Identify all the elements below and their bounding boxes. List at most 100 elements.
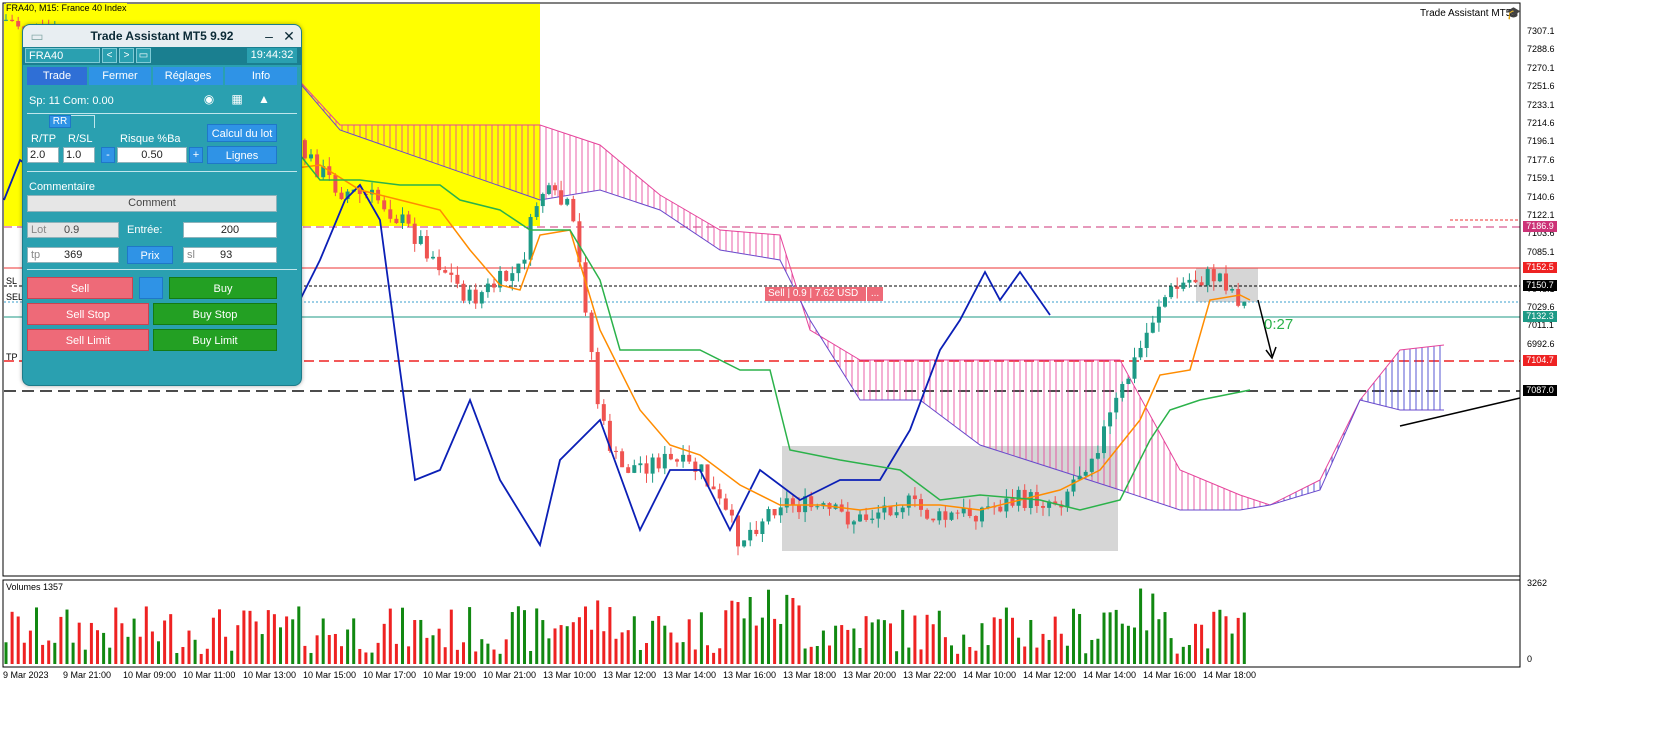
price-button[interactable]: Prix xyxy=(127,246,173,264)
price-tick: 7288.6 xyxy=(1527,44,1555,55)
volume-bar xyxy=(596,600,600,664)
volume-bar xyxy=(376,642,380,664)
candle-body xyxy=(382,200,387,210)
buy-limit-button[interactable]: Buy Limit xyxy=(153,329,277,351)
price-tick: 7177.6 xyxy=(1527,154,1555,165)
lines-button[interactable]: Lignes xyxy=(207,146,277,164)
volume-bar xyxy=(394,643,398,664)
volume-bar xyxy=(626,630,630,664)
candle-body xyxy=(626,467,631,473)
volume-bar xyxy=(1047,639,1051,664)
candle-body xyxy=(571,198,576,222)
folder-icon[interactable]: ▭ xyxy=(136,48,151,63)
panel-titlebar[interactable]: ▭ Trade Assistant MT5 9.92 – ✕ xyxy=(23,25,301,48)
sell-stop-button[interactable]: Sell Stop xyxy=(27,303,149,325)
volume-bar xyxy=(699,612,703,664)
rr-button[interactable]: RR xyxy=(49,115,71,128)
candle-body xyxy=(1138,347,1143,358)
buy-stop-button[interactable]: Buy Stop xyxy=(153,303,277,325)
volume-bar xyxy=(126,636,130,664)
volume-bar xyxy=(504,639,508,664)
volume-bar xyxy=(352,618,356,664)
symbol-field[interactable]: FRA40 xyxy=(25,48,100,63)
eye-icon[interactable]: ◉ xyxy=(201,91,217,107)
volume-bar xyxy=(638,649,642,664)
candle-body xyxy=(1217,273,1222,282)
volume-bar xyxy=(455,649,459,664)
tab-reglages[interactable]: Réglages xyxy=(153,67,223,85)
candle-body xyxy=(790,498,795,505)
candle-body xyxy=(687,454,692,462)
time-tick: 13 Mar 16:00 xyxy=(723,670,777,680)
volume-bar xyxy=(218,609,221,664)
sl-value: 93 xyxy=(220,249,233,261)
next-symbol-button[interactable]: > xyxy=(119,48,134,63)
rsl-input[interactable]: 1.0 xyxy=(63,147,95,163)
volume-bar xyxy=(279,627,282,664)
price-tick: 6992.6 xyxy=(1527,338,1555,349)
candle-body xyxy=(1156,306,1161,323)
volume-bar xyxy=(28,630,32,664)
volume-bar xyxy=(89,622,93,664)
prev-symbol-button[interactable]: < xyxy=(102,48,117,63)
graduation-cap-icon[interactable]: 🎓 xyxy=(1506,6,1521,20)
volume-bar xyxy=(297,606,301,664)
volume-bar xyxy=(779,623,783,664)
candle-body xyxy=(1169,286,1174,298)
buy-button[interactable]: Buy xyxy=(169,277,277,299)
tp-field[interactable]: tp 369 xyxy=(27,247,119,263)
rtp-input[interactable]: 2.0 xyxy=(27,147,59,163)
close-button[interactable]: ✕ xyxy=(281,28,297,44)
minimize-button[interactable]: – xyxy=(261,28,277,44)
sell-limit-button[interactable]: Sell Limit xyxy=(27,329,149,351)
sell-button[interactable]: Sell xyxy=(27,277,133,299)
order-label[interactable]: Sell | 0.9 | 7.62 USD xyxy=(765,287,868,301)
order-close-button[interactable]: ... xyxy=(866,287,883,301)
volume-bar xyxy=(785,594,789,664)
toggle-button[interactable] xyxy=(139,277,163,299)
candle-body xyxy=(473,289,478,304)
volume-bar xyxy=(53,642,57,664)
volume-bar xyxy=(1218,609,1222,664)
volume-bar xyxy=(901,609,905,664)
volume-bar xyxy=(669,632,673,664)
risk-decrease-button[interactable]: - xyxy=(101,147,115,163)
tab-info[interactable]: Info xyxy=(225,67,297,85)
volume-bar xyxy=(1157,619,1161,664)
candle-body xyxy=(388,209,393,219)
sl-field[interactable]: sl 93 xyxy=(183,247,277,263)
sl-field-label: sl xyxy=(187,249,195,261)
volume-bar xyxy=(974,650,978,664)
price-tick: 7251.6 xyxy=(1527,81,1555,92)
volume-bar xyxy=(919,649,923,664)
time-tick: 14 Mar 16:00 xyxy=(1143,670,1197,680)
entry-input[interactable]: 200 xyxy=(183,222,277,238)
volume-bar xyxy=(986,645,990,664)
tab-fermer[interactable]: Fermer xyxy=(89,67,151,85)
calendar-icon[interactable]: ▦ xyxy=(229,91,245,107)
lot-field[interactable]: Lot 0.9 xyxy=(27,222,119,238)
price-tick: 7085.1 xyxy=(1527,246,1555,257)
volume-bar xyxy=(712,652,716,664)
spread-commission: Sp: 11 Com: 0.00 xyxy=(29,95,114,107)
tab-trade[interactable]: Trade xyxy=(27,67,87,85)
candle-body xyxy=(1108,412,1113,427)
volume-bar xyxy=(1187,645,1191,664)
risk-input[interactable]: 0.50 xyxy=(117,147,187,163)
comment-input[interactable]: Comment xyxy=(27,195,277,212)
bell-icon[interactable]: ▲ xyxy=(256,91,272,107)
calc-lot-button[interactable]: Calcul du lot xyxy=(207,124,277,142)
candle-body xyxy=(723,498,728,510)
volume-bar xyxy=(1163,612,1167,664)
time-tick: 10 Mar 21:00 xyxy=(483,670,537,680)
risk-increase-button[interactable]: + xyxy=(189,147,203,163)
candle-body xyxy=(729,509,734,516)
volume-bar xyxy=(236,625,240,664)
candle-body xyxy=(492,283,496,288)
candle-body xyxy=(418,236,423,244)
candle-body xyxy=(772,509,777,516)
candle-body xyxy=(1211,269,1216,282)
candle-body xyxy=(949,512,954,520)
volume-bar xyxy=(754,625,758,664)
candle-body xyxy=(906,495,911,508)
